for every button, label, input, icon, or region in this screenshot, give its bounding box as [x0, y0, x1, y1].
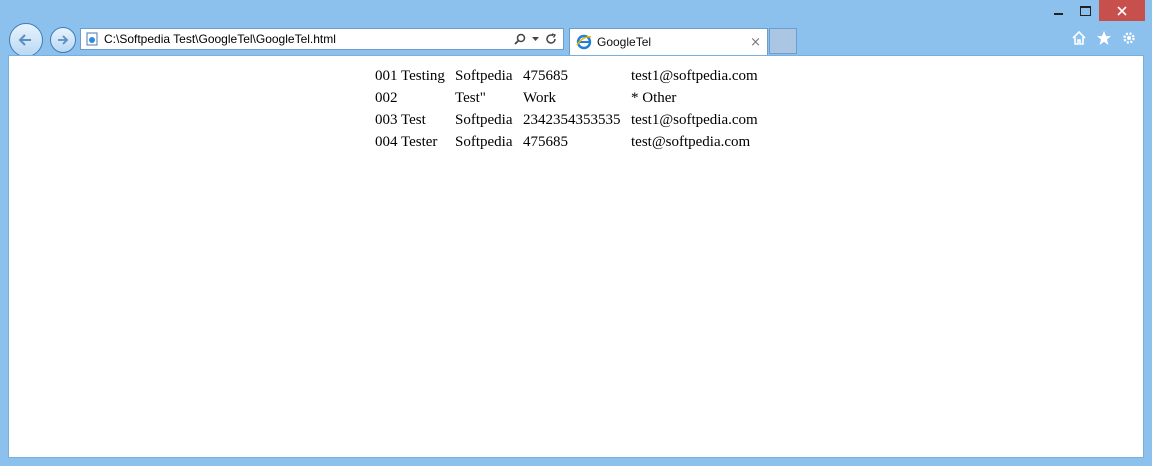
cell-email: test@softpedia.com — [631, 134, 751, 150]
cell-phone: Work — [523, 90, 556, 106]
cell-id: 001 Testing — [375, 68, 445, 84]
contacts-table-body: 001 Testing Softpedia 475685 test1@softp… — [375, 65, 762, 153]
cell-email: test1@softpedia.com — [631, 112, 758, 128]
minimize-button[interactable] — [1045, 0, 1072, 21]
cell-email: test1@softpedia.com — [631, 68, 758, 84]
close-icon — [1117, 5, 1127, 16]
cell-phone: 2342354353535 — [523, 112, 621, 128]
cell-id: 003 Test — [375, 112, 426, 128]
home-icon[interactable] — [1070, 29, 1088, 47]
settings-gear-icon[interactable] — [1120, 29, 1138, 47]
cell-phone: 475685 — [523, 68, 568, 84]
dropdown-icon[interactable] — [532, 36, 539, 42]
maximize-icon — [1080, 5, 1091, 16]
cell-name: Test" — [455, 90, 486, 106]
maximize-button[interactable] — [1072, 0, 1099, 21]
refresh-icon[interactable] — [545, 33, 557, 45]
browser-window: C:\Softpedia Test\GoogleTel\GoogleTel.ht… — [0, 0, 1152, 466]
address-bar[interactable]: C:\Softpedia Test\GoogleTel\GoogleTel.ht… — [80, 28, 564, 50]
ie-logo-icon — [576, 34, 592, 50]
minimize-icon — [1054, 12, 1063, 15]
close-button[interactable] — [1099, 0, 1145, 21]
search-icon[interactable] — [514, 33, 526, 45]
tab-close-icon[interactable]: × — [750, 35, 761, 50]
window-controls — [1045, 0, 1145, 21]
cell-phone: 475685 — [523, 134, 568, 150]
forward-button[interactable] — [50, 27, 76, 53]
page-icon — [86, 32, 98, 46]
table-row: 002 Test" Work * Other — [375, 87, 762, 109]
browser-chrome: C:\Softpedia Test\GoogleTel\GoogleTel.ht… — [0, 0, 1152, 57]
address-tools — [514, 33, 557, 45]
new-tab-button[interactable] — [769, 28, 797, 54]
cell-id: 002 — [375, 90, 398, 106]
page-content: 001 Testing Softpedia 475685 test1@softp… — [8, 55, 1144, 458]
back-arrow-icon — [18, 34, 31, 46]
cell-id: 004 Tester — [375, 134, 438, 150]
tab-title: GoogleTel — [597, 35, 652, 49]
contacts-table: 001 Testing Softpedia 475685 test1@softp… — [375, 65, 762, 153]
cell-name: Softpedia — [455, 112, 513, 128]
cell-email: * Other — [631, 90, 677, 106]
toolbar-icons — [1070, 29, 1138, 47]
back-button[interactable] — [9, 23, 43, 57]
forward-arrow-icon — [58, 35, 69, 45]
address-url[interactable]: C:\Softpedia Test\GoogleTel\GoogleTel.ht… — [104, 32, 514, 46]
cell-name: Softpedia — [455, 68, 513, 84]
tab-googletel[interactable]: GoogleTel × — [569, 28, 768, 55]
table-row: 001 Testing Softpedia 475685 test1@softp… — [375, 65, 762, 87]
table-row: 004 Tester Softpedia 475685 test@softped… — [375, 131, 762, 153]
table-row: 003 Test Softpedia 2342354353535 test1@s… — [375, 109, 762, 131]
favorites-star-icon[interactable] — [1095, 29, 1113, 47]
cell-name: Softpedia — [455, 134, 513, 150]
